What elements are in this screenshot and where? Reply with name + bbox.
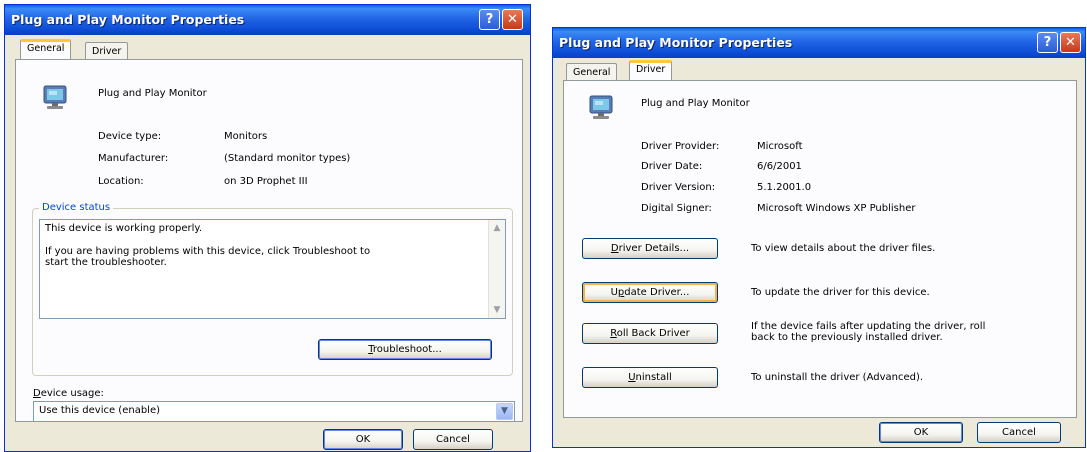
- update-driver-button[interactable]: Update Driver...: [582, 282, 718, 303]
- status-line: If you are having problems with this dev…: [45, 246, 371, 257]
- device-status-textbox[interactable]: This device is working properly. If you …: [39, 219, 506, 319]
- device-name: Plug and Play Monitor: [98, 88, 207, 99]
- action-description: back to the previously installed driver.: [751, 332, 943, 343]
- properties-dialog-driver: Plug and Play Monitor Properties ? ✕ Gen…: [552, 27, 1086, 448]
- monitor-icon: [43, 85, 67, 109]
- action-description: To update the driver for this device.: [751, 287, 930, 298]
- property-label: Driver Provider:: [641, 141, 720, 152]
- help-button[interactable]: ?: [1037, 32, 1058, 53]
- ok-button[interactable]: OK: [323, 429, 403, 450]
- tab-panel: Plug and Play Monitor Device type: Monit…: [15, 59, 523, 422]
- help-button[interactable]: ?: [479, 9, 500, 30]
- title-bar[interactable]: Plug and Play Monitor Properties ? ✕: [553, 28, 1085, 58]
- property-label: Driver Version:: [641, 182, 716, 193]
- close-button[interactable]: ✕: [1060, 32, 1081, 53]
- properties-dialog-general: Plug and Play Monitor Properties ? ✕ Gen…: [4, 4, 531, 452]
- device-usage-dropdown[interactable]: Use this device (enable) ▼: [33, 401, 515, 422]
- device-status-group: Device status This device is working pro…: [32, 202, 513, 376]
- scroll-down-icon[interactable]: ▼: [489, 302, 505, 318]
- driver-details-button[interactable]: Driver Details...: [582, 238, 718, 259]
- device-name: Plug and Play Monitor: [641, 98, 750, 109]
- device-status-label: Device status: [39, 202, 114, 213]
- action-description: To view details about the driver files.: [751, 243, 936, 254]
- title-bar[interactable]: Plug and Play Monitor Properties ? ✕: [5, 5, 530, 35]
- property-label: Driver Date:: [641, 161, 703, 172]
- action-description: If the device fails after updating the d…: [751, 321, 986, 332]
- cancel-button[interactable]: Cancel: [977, 422, 1061, 443]
- close-button[interactable]: ✕: [502, 9, 523, 30]
- property-label: Digital Signer:: [641, 203, 712, 214]
- status-line: start the troubleshooter.: [45, 257, 167, 268]
- property-value: Monitors: [224, 131, 268, 142]
- action-description: To uninstall the driver (Advanced).: [751, 372, 924, 383]
- device-usage-label: Device usage:: [33, 388, 104, 399]
- chevron-down-icon[interactable]: ▼: [496, 403, 513, 420]
- troubleshoot-button[interactable]: Troubleshoot...: [318, 339, 492, 360]
- roll-back-driver-button[interactable]: Roll Back Driver: [582, 323, 718, 344]
- device-usage-value: Use this device (enable): [39, 405, 161, 416]
- window-title: Plug and Play Monitor Properties: [559, 35, 793, 50]
- property-label: Location:: [98, 176, 144, 187]
- ok-button[interactable]: OK: [879, 422, 963, 443]
- monitor-icon: [589, 95, 613, 119]
- property-value: Microsoft Windows XP Publisher: [757, 203, 916, 214]
- tab-panel: Plug and Play Monitor Driver Provider: M…: [563, 80, 1077, 418]
- property-value: on 3D Prophet III: [224, 176, 308, 187]
- property-label: Device type:: [98, 131, 162, 142]
- vertical-scrollbar[interactable]: ▲ ▼: [488, 220, 505, 318]
- cancel-button[interactable]: Cancel: [413, 429, 493, 450]
- tab-general[interactable]: General: [20, 39, 72, 60]
- status-line: This device is working properly.: [45, 223, 203, 234]
- property-value: (Standard monitor types): [224, 153, 351, 164]
- uninstall-button[interactable]: Uninstall: [582, 367, 718, 388]
- scroll-up-icon[interactable]: ▲: [489, 220, 505, 236]
- property-label: Manufacturer:: [98, 153, 169, 164]
- property-value: Microsoft: [757, 141, 803, 152]
- property-value: 6/6/2001: [757, 161, 802, 172]
- property-value: 5.1.2001.0: [757, 182, 812, 193]
- tab-driver[interactable]: Driver: [629, 60, 673, 81]
- window-title: Plug and Play Monitor Properties: [11, 12, 245, 27]
